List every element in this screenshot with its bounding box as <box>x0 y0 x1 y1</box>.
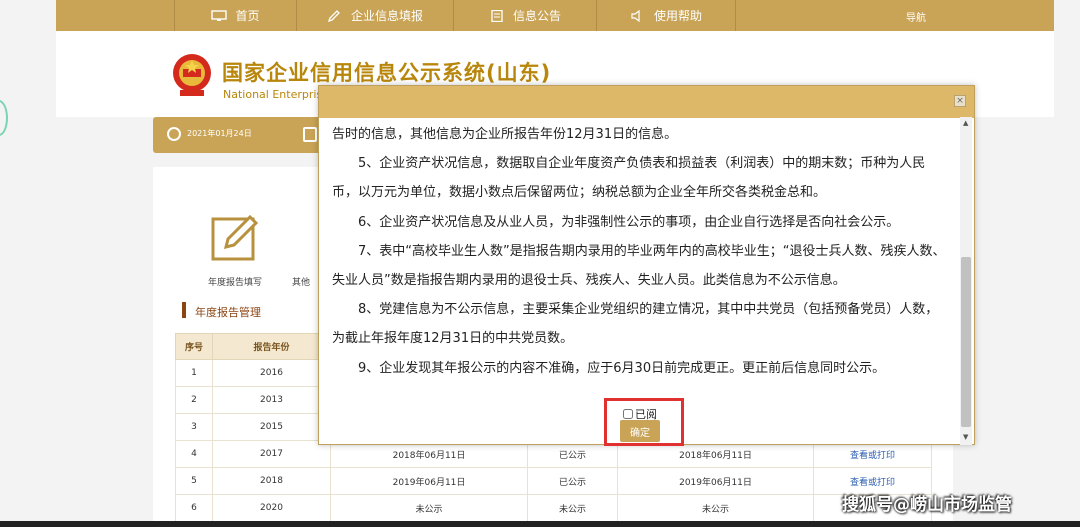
national-emblem-icon <box>173 54 211 96</box>
system-title: 国家企业信用信息公示系统(山东) <box>222 61 552 85</box>
cell: 2016 <box>212 359 331 387</box>
close-icon[interactable]: × <box>954 95 966 107</box>
cell: 2 <box>175 386 213 414</box>
clock-icon <box>167 127 181 141</box>
read-checkbox[interactable] <box>623 409 633 419</box>
system-subtitle: National Enterprise <box>223 88 329 101</box>
cell: 未公示 <box>617 494 814 522</box>
cell: 5 <box>175 467 213 495</box>
notice-line: 6、企业资产状况信息及从业人员，为非强制性公示的事项，由企业自行选择是否向社会公… <box>358 214 900 230</box>
annual-report-icon[interactable] <box>210 213 262 263</box>
cell: 2013 <box>212 386 331 414</box>
notice-line: 币，以万元为单位，数据小数点后保留两位；纳税总额为企业全年所交各类税金总和。 <box>332 185 827 201</box>
current-date: 2021年01月24日 <box>187 129 252 138</box>
notice-line: 告时的信息，其他信息为企业所报告年份12月31日的信息。 <box>332 127 678 142</box>
nav-help[interactable]: 使用帮助 <box>596 0 736 31</box>
notice-modal: × 告时的信息，其他信息为企业所报告年份12月31日的信息。 5、企业资产状况信… <box>318 85 975 445</box>
report-icon <box>303 127 317 142</box>
notice-line: 5、企业资产状况信息，数据取自企业年度资产负债表和损益表（利润表）中的期末数；币… <box>358 156 926 172</box>
cell: 6 <box>175 494 213 522</box>
nav-help-label: 使用帮助 <box>653 9 702 23</box>
section-marker <box>182 302 186 318</box>
col-header: 报告年份 <box>212 333 331 360</box>
modal-body: 告时的信息，其他信息为企业所报告年份12月31日的信息。 5、企业资产状况信息，… <box>332 120 962 440</box>
annual-report-tile-label[interactable]: 年度报告填写 <box>208 275 262 288</box>
monitor-icon <box>211 9 228 21</box>
nav-home-label: 首页 <box>235 9 260 23</box>
section-title: 年度报告管理 <box>195 306 261 319</box>
cell: 2015 <box>212 413 331 441</box>
other-tile-label[interactable]: 其他 <box>292 275 310 288</box>
nav-fill-label: 企业信息填报 <box>350 9 423 23</box>
cell: 4 <box>175 440 213 468</box>
nav-fill[interactable]: 企业信息填报 <box>296 0 453 31</box>
notice-line: 为截止年报年度12月31日的中共党员数。 <box>332 331 574 347</box>
nav-home[interactable]: 首页 <box>174 0 296 31</box>
scroll-down-icon[interactable]: ▼ <box>963 433 968 441</box>
scroll-up-icon[interactable]: ▲ <box>963 119 968 127</box>
cell: 2019年06月11日 <box>330 467 528 495</box>
document-icon <box>491 9 503 22</box>
bottom-strip <box>0 521 1080 527</box>
speaker-icon <box>631 9 640 22</box>
cell: 2018 <box>212 467 331 495</box>
cell: 2017 <box>212 440 331 468</box>
top-navigation: 首页 企业信息填报 信息公告 使用帮助 导航 <box>56 0 1054 31</box>
modal-header: × <box>319 86 974 118</box>
cell: 3 <box>175 413 213 441</box>
cell: 未公示 <box>527 494 618 522</box>
confirm-button[interactable]: 确定 <box>620 420 660 442</box>
cell: 2019年06月11日 <box>617 467 814 495</box>
nav-notice-label: 信息公告 <box>512 9 561 23</box>
edit-icon <box>327 9 340 22</box>
cell: 未公示 <box>330 494 528 522</box>
table-row: 5 2018 2019年06月11日 已公示 2019年06月11日 查看或打印 <box>175 467 932 495</box>
col-header: 序号 <box>175 333 213 360</box>
cell: 2020 <box>212 494 331 522</box>
notice-line: 9、企业发现其年报公示的内容不准确，应于6月30日前完成更正。更正前后信息同时公… <box>358 360 886 376</box>
side-decoration <box>0 100 8 136</box>
nav-guide[interactable]: 导航 <box>906 9 926 24</box>
table-row: 6 2020 未公示 未公示 未公示 <box>175 494 932 522</box>
notice-line: 7、表中“高校毕业生人数”是指报告期内录用的毕业两年内的高校毕业生；“退役士兵人… <box>358 243 946 259</box>
watermark: 搜狐号@崂山市场监管 <box>842 495 1012 515</box>
scrollbar-thumb[interactable] <box>961 257 971 427</box>
cell: 1 <box>175 359 213 387</box>
notice-line: 8、党建信息为不公示信息，主要采集企业党组织的建立情况，其中中共党员（包括预备党… <box>358 302 939 318</box>
notice-line: 失业人员”数是指报告期内录用的退役士兵、残疾人、失业人员。此类信息为不公示信息。 <box>332 273 846 289</box>
nav-notice[interactable]: 信息公告 <box>453 0 596 31</box>
cell: 已公示 <box>527 467 618 495</box>
